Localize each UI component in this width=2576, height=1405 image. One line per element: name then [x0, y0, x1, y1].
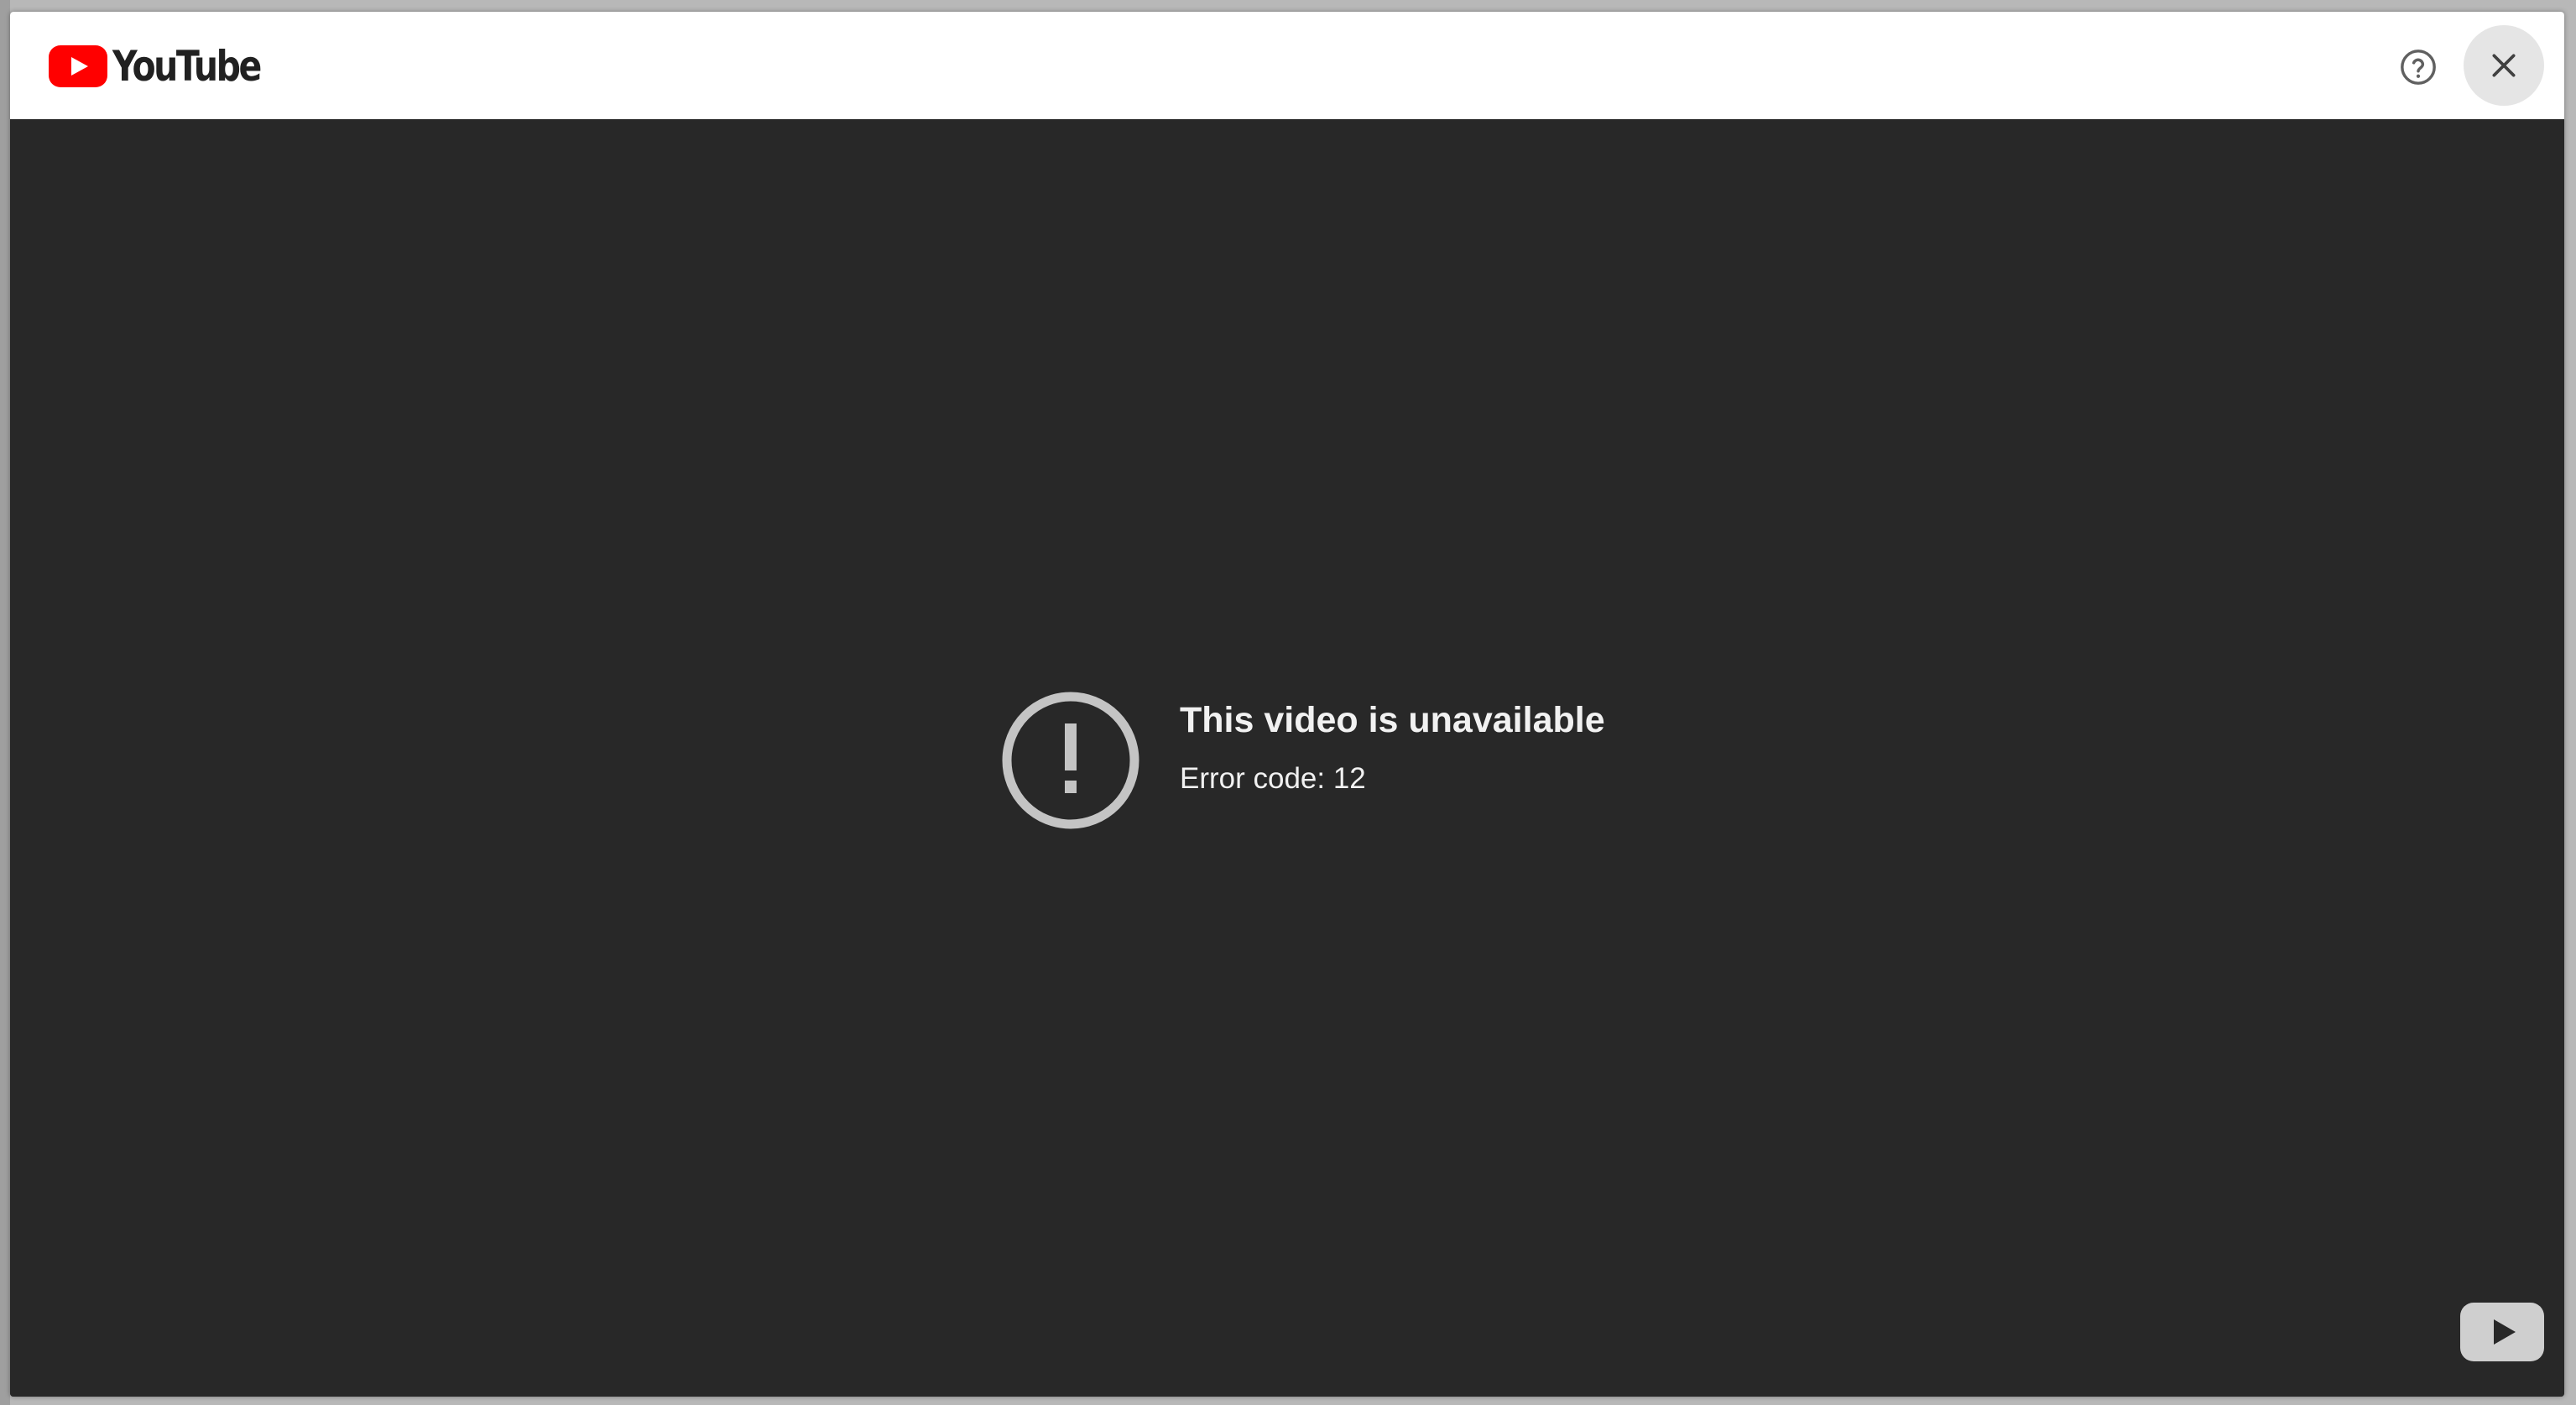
youtube-logo-icon [49, 45, 107, 87]
alert-circle-icon [1002, 692, 1139, 829]
watch-on-youtube-button[interactable] [2460, 1303, 2544, 1361]
close-button[interactable] [2464, 25, 2544, 106]
close-icon [2492, 54, 2516, 77]
dialog-header: YouTube [10, 12, 2564, 119]
help-circle-icon [2401, 50, 2436, 85]
video-dialog: YouTube This video is unavailable Error … [10, 12, 2564, 1397]
video-player[interactable]: This video is unavailable Error code: 12 [10, 119, 2564, 1397]
error-code: Error code: 12 [1180, 762, 1366, 795]
youtube-logo-text: YouTube [112, 42, 262, 91]
error-title: This video is unavailable [1180, 700, 1605, 740]
backdrop-edge [0, 0, 10, 1405]
help-button[interactable] [2393, 42, 2443, 92]
youtube-logo[interactable]: YouTube [49, 40, 292, 92]
